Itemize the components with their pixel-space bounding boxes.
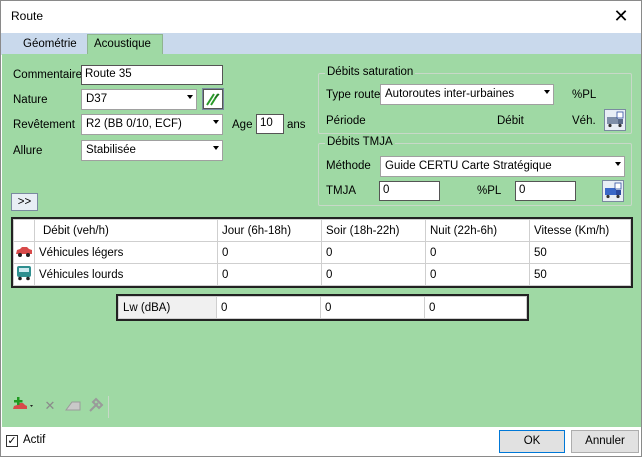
age-label: Age <box>232 119 253 131</box>
grid-header-vitesse: Vitesse (Km/h) <box>529 219 631 242</box>
nature-select[interactable]: D37 <box>81 89 197 110</box>
type-route-label: Type route <box>326 89 381 101</box>
type-route-select[interactable]: Autoroutes inter-urbaines <box>380 84 554 105</box>
chevron-down-icon <box>187 95 193 99</box>
ok-button[interactable]: OK <box>499 430 565 453</box>
actif-checkbox[interactable]: ✓ <box>6 435 18 447</box>
toolbar-divider <box>108 396 109 418</box>
tab-bar: Géométrie Acoustique <box>1 33 641 55</box>
tab-acoustique[interactable]: Acoustique <box>87 34 163 55</box>
chevron-down-icon <box>213 120 219 124</box>
grid-row-label: Véhicules lourds <box>34 263 218 286</box>
allure-label: Allure <box>13 145 43 157</box>
veh-label: Véh. <box>572 115 596 127</box>
delete-icon[interactable]: ✕ <box>40 396 60 416</box>
acoustique-panel: Commentaire Route 35 Nature D37 Revêteme… <box>2 54 641 427</box>
tab-geometrie[interactable]: Géométrie <box>17 35 83 55</box>
debit-grid: Débit (veh/h) Jour (6h-18h) Soir (18h-22… <box>11 217 633 288</box>
age-input[interactable]: 10 <box>256 114 284 134</box>
grid-header-row: Débit (veh/h) Jour (6h-18h) Soir (18h-22… <box>13 219 631 242</box>
add-vehicle-icon <box>13 397 33 409</box>
grid-header-jour: Jour (6h-18h) <box>217 219 322 242</box>
lw-cell: 0 <box>320 296 425 319</box>
allure-select[interactable]: Stabilisée <box>81 140 223 161</box>
revetement-value: R2 (BB 0/10, ECF) <box>86 118 182 130</box>
grid-cell-nuit[interactable]: 0 <box>425 263 530 286</box>
lw-grid: Lw (dBA) 0 0 0 <box>116 294 529 321</box>
lw-label: Lw (dBA) <box>118 296 217 319</box>
expand-button[interactable]: >> <box>11 193 38 211</box>
grid-cell-vitesse[interactable]: 50 <box>529 263 631 286</box>
add-source-button[interactable] <box>11 396 37 416</box>
tmja-title: Débits TMJA <box>325 136 395 148</box>
tmja-pct-pl-input[interactable]: 0 <box>515 181 576 201</box>
methode-value: Guide CERTU Carte Stratégique <box>385 160 552 172</box>
allure-value: Stabilisée <box>86 144 136 156</box>
commentaire-label: Commentaire <box>13 69 83 81</box>
lw-cell: 0 <box>424 296 527 319</box>
route-dialog: Route ✕ Géométrie Acoustique Commentaire… <box>0 0 642 457</box>
lw-cell: 0 <box>216 296 321 319</box>
tmja-pct-pl-label: %PL <box>477 185 502 197</box>
clear-icon[interactable] <box>63 396 83 416</box>
road-pen-icon <box>203 89 223 109</box>
tmja-label: TMJA <box>326 185 357 197</box>
commentaire-input[interactable]: Route 35 <box>81 65 223 85</box>
revetement-select[interactable]: R2 (BB 0/10, ECF) <box>81 114 223 135</box>
car-icon <box>13 241 35 264</box>
tmja-input[interactable]: 0 <box>379 181 440 201</box>
age-unit: ans <box>287 119 306 131</box>
type-route-value: Autoroutes inter-urbaines <box>385 88 515 100</box>
grid-cell-soir[interactable]: 0 <box>321 263 426 286</box>
revetement-label: Revêtement <box>13 119 76 131</box>
grid-cell-soir[interactable]: 0 <box>321 241 426 264</box>
periode-label: Période <box>326 115 366 127</box>
grid-row-label: Véhicules légers <box>34 241 218 264</box>
table-row: Véhicules lourds 0 0 0 50 <box>13 263 631 286</box>
grid-cell-nuit[interactable]: 0 <box>425 241 530 264</box>
nature-label: Nature <box>13 94 48 106</box>
saturation-pct-pl-label: %PL <box>572 89 597 101</box>
truck-icon <box>13 263 35 286</box>
cancel-button[interactable]: Annuler <box>571 430 639 453</box>
debit-label: Débit <box>497 115 524 127</box>
nature-value: D37 <box>86 93 108 105</box>
truck-icon <box>605 182 622 199</box>
grid-cell-vitesse[interactable]: 50 <box>529 241 631 264</box>
chevron-down-icon <box>615 162 621 166</box>
title-bar: Route ✕ <box>1 1 641 33</box>
actif-label: Actif <box>23 434 46 446</box>
chevron-down-icon <box>544 90 550 94</box>
dialog-footer: ✓ Actif OK Annuler <box>1 427 641 456</box>
grid-header-soir: Soir (18h-22h) <box>321 219 426 242</box>
tools-icon[interactable] <box>86 396 106 416</box>
table-row: Lw (dBA) 0 0 0 <box>118 296 527 319</box>
methode-label: Méthode <box>326 160 371 172</box>
truck-icon <box>607 111 624 128</box>
saturation-vehicle-button[interactable] <box>604 109 626 131</box>
table-row: Véhicules légers 0 0 0 50 <box>13 241 631 264</box>
grid-header-nuit: Nuit (22h-6h) <box>425 219 530 242</box>
chevron-down-icon <box>213 146 219 150</box>
saturation-title: Débits saturation <box>325 66 416 78</box>
grid-header-debit: Débit (veh/h) <box>34 219 218 242</box>
edit-nature-button[interactable] <box>202 88 224 110</box>
tmja-vehicle-button[interactable] <box>602 180 624 202</box>
window-title: Route <box>11 9 44 23</box>
methode-select[interactable]: Guide CERTU Carte Stratégique <box>380 156 625 177</box>
grid-cell-jour[interactable]: 0 <box>217 241 322 264</box>
grid-corner <box>13 219 35 242</box>
close-icon[interactable]: ✕ <box>601 1 641 32</box>
grid-cell-jour[interactable]: 0 <box>217 263 322 286</box>
